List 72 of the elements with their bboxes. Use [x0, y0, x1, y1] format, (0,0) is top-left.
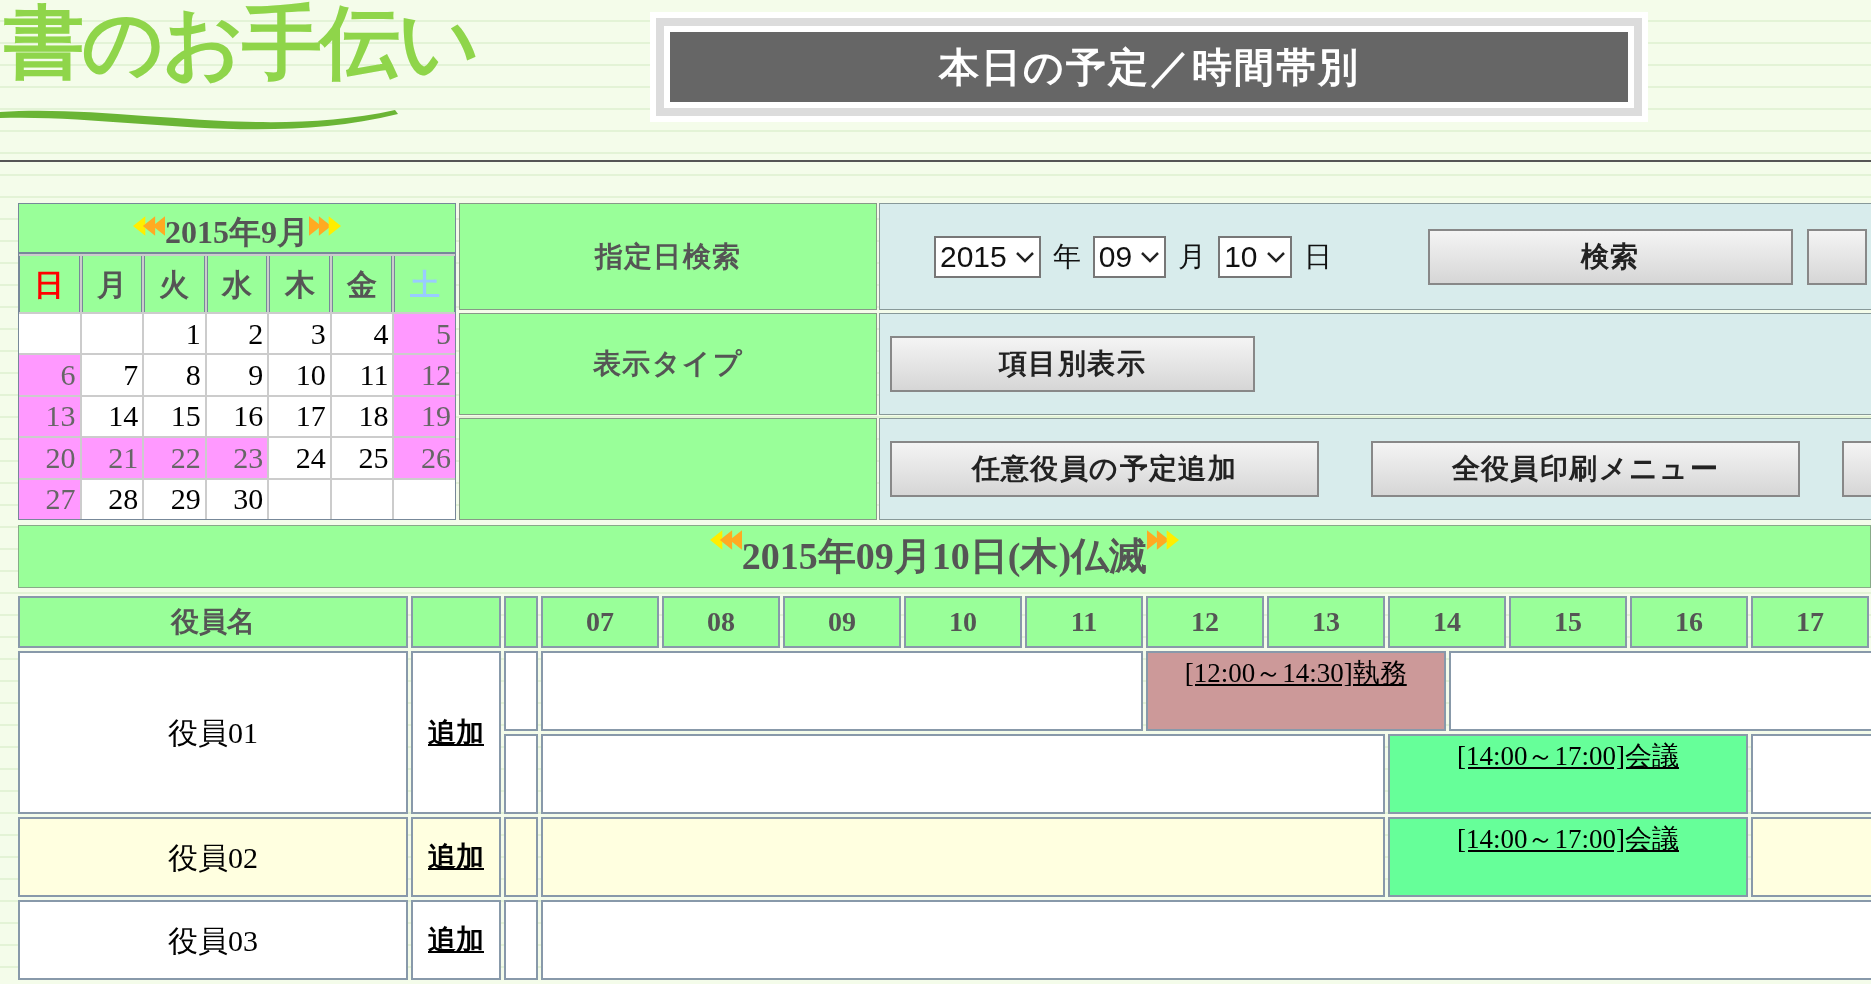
hour-header: 14: [1388, 596, 1506, 648]
hour-header: 12: [1146, 596, 1264, 648]
member-name-cell: 役員03: [18, 900, 408, 980]
calendar-day[interactable]: 8: [144, 355, 205, 395]
weekday-header: 日: [19, 256, 80, 312]
hour-header: 13: [1267, 596, 1385, 648]
hour-header: 17: [1751, 596, 1869, 648]
current-date: 2015年09月10日(木)仏滅: [741, 534, 1148, 579]
calendar-month: 2015年9月: [165, 216, 309, 248]
next-day-icon[interactable]: [1147, 530, 1180, 550]
calendar-day[interactable]: 9: [206, 355, 268, 395]
calendar-day[interactable]: 1: [144, 314, 205, 354]
hour-header: 08: [662, 596, 780, 648]
member-name-cell: 役員01: [18, 651, 408, 814]
chevron-down-icon: [1140, 250, 1161, 263]
hour-header: 15: [1509, 596, 1627, 648]
chevron-down-icon: [1014, 250, 1035, 263]
calendar-day[interactable]: 7: [81, 355, 143, 395]
calendar-day[interactable]: 29: [144, 479, 205, 519]
item-view-button[interactable]: 項目別表示: [890, 336, 1255, 392]
calendar-day[interactable]: 2: [206, 314, 268, 354]
display-type-label: 表示タイプ: [593, 347, 743, 381]
hour-header: 16: [1630, 596, 1748, 648]
weekday-header: 金: [331, 256, 393, 312]
header-cell: [504, 596, 538, 648]
calendar-day[interactable]: 16: [206, 396, 268, 437]
calendar-day[interactable]: 10: [269, 355, 330, 395]
member-name-cell: 役員02: [18, 817, 408, 897]
year-select[interactable]: 2015: [934, 235, 1041, 278]
previous-day-icon[interactable]: [709, 530, 742, 550]
hour-header: 09: [783, 596, 901, 648]
add-link[interactable]: 追加: [428, 711, 484, 754]
calendar-day[interactable]: 24: [269, 438, 330, 478]
action-button[interactable]: 任意役員の予定追加: [890, 441, 1319, 497]
calendar-day[interactable]: 11: [331, 355, 393, 395]
weekday-header: 火: [144, 256, 205, 312]
weekday-header: 水: [206, 256, 268, 312]
page-title: 本日の予定／時間帯別: [938, 44, 1360, 91]
year-unit: 年: [1052, 239, 1081, 274]
calendar-day[interactable]: 25: [331, 438, 393, 478]
calendar-day[interactable]: 3: [269, 314, 330, 354]
month-select[interactable]: 09: [1092, 235, 1167, 278]
calendar-day[interactable]: 30: [206, 479, 268, 519]
action-button[interactable]: 全役員印刷メニュー: [1371, 441, 1800, 497]
day-unit: 日: [1303, 239, 1332, 274]
calendar-day[interactable]: 4: [331, 314, 393, 354]
weekday-header: 月: [81, 256, 143, 312]
calendar-day[interactable]: 14: [81, 396, 143, 437]
calendar-day[interactable]: 28: [81, 479, 143, 519]
month-unit: 月: [1178, 239, 1207, 274]
partial-button[interactable]: [1806, 228, 1867, 285]
event-link[interactable]: [14:00～17:00]会議: [1457, 823, 1679, 895]
previous-month-icon[interactable]: [133, 216, 165, 236]
search-date-label: 指定日検索: [594, 239, 742, 274]
event-link[interactable]: [12:00～14:30]執務: [1184, 657, 1407, 729]
chevron-down-icon: [1265, 250, 1286, 263]
event-link[interactable]: [14:00～17:00]会議: [1457, 740, 1679, 812]
search-button[interactable]: 検索: [1427, 228, 1793, 285]
next-month-icon[interactable]: [309, 216, 341, 236]
add-link[interactable]: 追加: [428, 919, 484, 961]
calendar-day[interactable]: 15: [144, 396, 205, 437]
add-link[interactable]: 追加: [428, 836, 484, 878]
hour-header: 07: [541, 596, 659, 648]
day-select[interactable]: 10: [1218, 235, 1292, 278]
hour-header: 11: [1025, 596, 1143, 648]
calendar-day[interactable]: 17: [269, 396, 330, 437]
calendar-day[interactable]: 18: [331, 396, 393, 437]
weekday-header: 木: [269, 256, 330, 312]
logo-text: 書のお手伝い: [4, 2, 478, 82]
weekday-header: 土: [394, 256, 455, 312]
hour-header: 10: [904, 596, 1022, 648]
column-header: 役員名: [18, 596, 408, 648]
